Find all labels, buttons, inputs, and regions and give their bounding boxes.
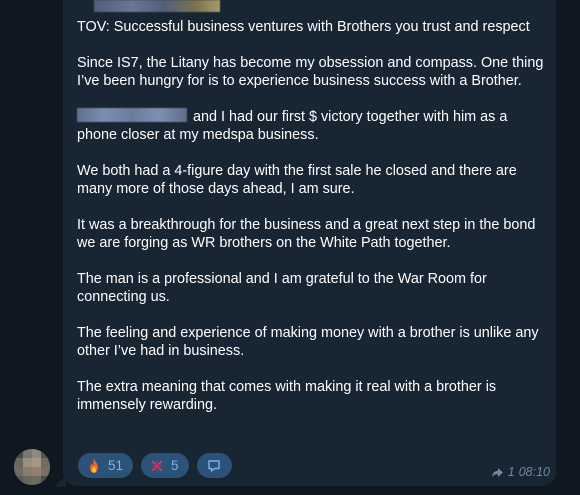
reaction-sparkle[interactable]: 5	[141, 453, 189, 478]
sparkle-burst-icon	[150, 458, 165, 473]
reaction-count: 5	[171, 458, 179, 473]
redacted-sender-name	[94, 0, 220, 12]
add-reaction-icon	[208, 459, 220, 472]
reactions-bar: 51 5	[78, 453, 232, 478]
message-paragraph: We both had a 4-figure day with the firs…	[77, 163, 517, 197]
message-paragraph: The extra meaning that comes with making…	[77, 379, 497, 413]
message-paragraph: The man is a professional and I am grate…	[77, 271, 487, 305]
reaction-count: 51	[108, 458, 124, 473]
message-time: 08:10	[518, 465, 550, 479]
message-paragraph: The feeling and experience of making mon…	[77, 325, 539, 359]
message-paragraph: Since IS7, the Litany has become my obse…	[77, 55, 544, 89]
message-paragraph: and I had our first $ victory together w…	[77, 108, 547, 144]
message-meta: 1 08:10	[491, 465, 550, 479]
avatar[interactable]	[14, 449, 50, 485]
reaction-fire[interactable]: 51	[78, 453, 134, 478]
add-reaction-button[interactable]	[196, 453, 232, 478]
fire-icon	[90, 458, 98, 473]
chat-view: TOV: Successful business ventures with B…	[0, 0, 580, 495]
forward-icon	[491, 467, 503, 477]
redacted-mention	[77, 108, 187, 122]
message-paragraph: TOV: Successful business ventures with B…	[77, 19, 530, 35]
forward-count: 1	[507, 465, 515, 479]
message-paragraph: It was a breakthrough for the business a…	[77, 217, 536, 251]
message-text: TOV: Successful business ventures with B…	[77, 18, 547, 432]
